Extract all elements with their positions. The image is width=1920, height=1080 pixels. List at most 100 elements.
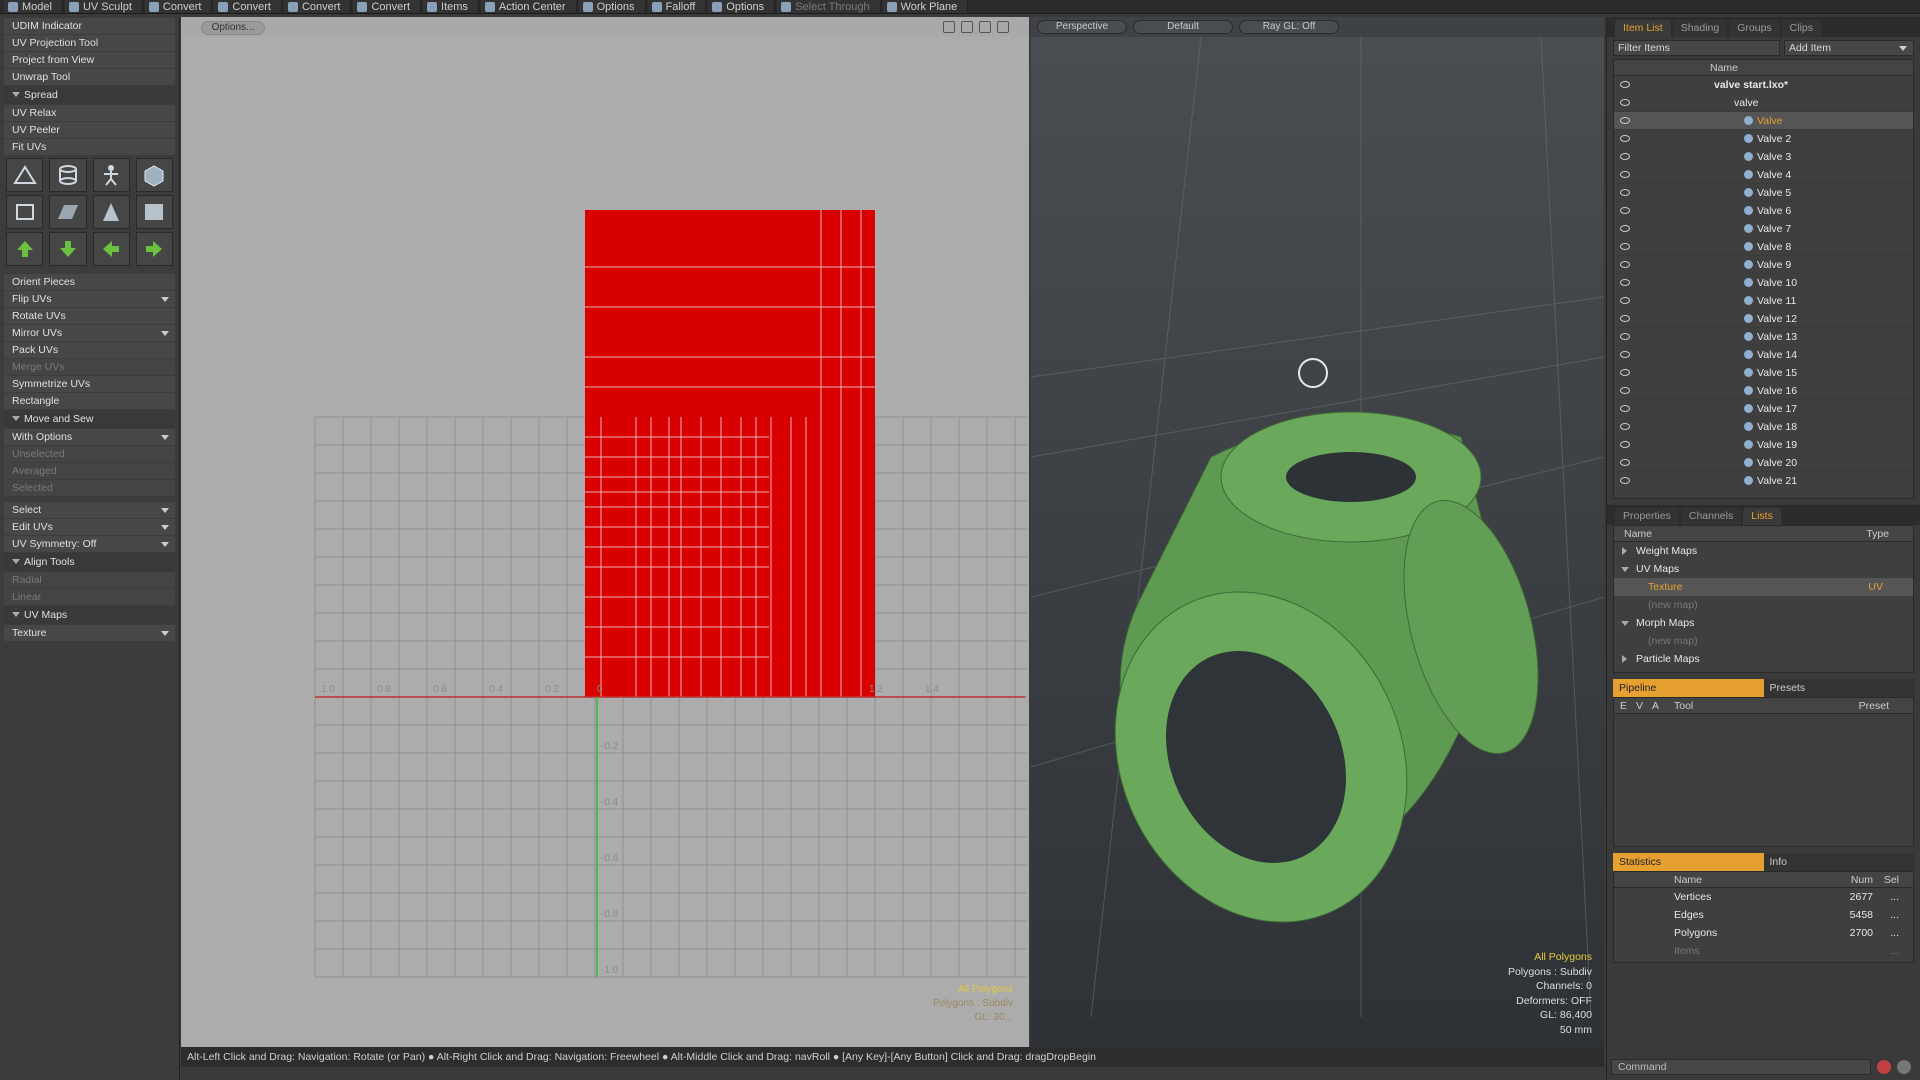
tab-channels[interactable]: Channels — [1680, 508, 1742, 525]
tab-clips[interactable]: Clips — [1781, 20, 1822, 37]
item-row[interactable]: Valve 21 — [1614, 472, 1913, 490]
toolbar-button-2[interactable]: Convert — [144, 0, 213, 13]
project-from-view-button[interactable]: Project from View — [4, 52, 175, 68]
shading-mode-dropdown[interactable]: Default — [1133, 20, 1233, 34]
flip-uvs-dropdown[interactable]: Flip UVs — [4, 291, 175, 307]
rectangle-button[interactable]: Rectangle — [4, 393, 175, 409]
scene-row[interactable]: valve start.lxo* — [1614, 76, 1913, 94]
group-row[interactable]: valve — [1614, 94, 1913, 112]
with-options-dropdown[interactable]: With Options — [4, 429, 175, 445]
planar-projection-icon[interactable] — [6, 158, 44, 192]
visibility-eye-icon[interactable] — [1620, 171, 1630, 178]
visibility-eye-icon[interactable] — [1620, 153, 1630, 160]
unwrap-tool-button[interactable]: Unwrap Tool — [4, 69, 175, 85]
unselected-button[interactable]: Unselected — [4, 446, 175, 462]
record-icon[interactable] — [1877, 1060, 1891, 1074]
command-input[interactable]: Command — [1611, 1059, 1871, 1075]
visibility-eye-icon[interactable] — [1620, 261, 1630, 268]
add-item-dropdown[interactable]: Add Item — [1784, 40, 1914, 56]
symmetrize-uvs-button[interactable]: Symmetrize UVs — [4, 376, 175, 392]
toolbar-button-5[interactable]: Convert — [353, 0, 422, 13]
item-row[interactable]: Valve 9 — [1614, 256, 1913, 274]
toolbar-button-0[interactable]: Model — [4, 0, 63, 13]
item-row[interactable]: Valve 16 — [1614, 382, 1913, 400]
visibility-eye-icon[interactable] — [1620, 477, 1630, 484]
stat-row[interactable]: Vertices 2677... — [1614, 888, 1913, 906]
selected-button[interactable]: Selected — [4, 480, 175, 496]
edit-uvs-dropdown[interactable]: Edit UVs — [4, 519, 175, 535]
tab-shading[interactable]: Shading — [1672, 20, 1728, 37]
rotate-uvs-button[interactable]: Rotate UVs — [4, 308, 175, 324]
grid-box-icon[interactable] — [135, 195, 173, 229]
uv-viewport[interactable]: Options... 1.0 0.8 0.6 0.4 0.2 0 1.2 1.4 -0.2 -0.… — [181, 17, 1029, 1047]
visibility-eye-icon[interactable] — [1620, 279, 1630, 286]
tab-statistics[interactable]: Statistics — [1613, 853, 1764, 871]
visibility-eye-icon[interactable] — [1620, 297, 1630, 304]
new-uv-map-row[interactable]: (new map) — [1614, 596, 1913, 614]
toolbar-button-4[interactable]: Convert — [283, 0, 352, 13]
visibility-eye-icon[interactable] — [1620, 333, 1630, 340]
averaged-button[interactable]: Averaged — [4, 463, 175, 479]
uv-maps-section[interactable]: UV Maps — [4, 606, 175, 624]
stat-row[interactable]: Edges 5458... — [1614, 906, 1913, 924]
visibility-eye-icon[interactable] — [1620, 441, 1630, 448]
pack-uvs-button[interactable]: Pack UVs — [4, 342, 175, 358]
grid-plane-icon[interactable] — [49, 195, 87, 229]
morph-maps-row[interactable]: Morph Maps — [1614, 614, 1913, 632]
item-row[interactable]: Valve 11 — [1614, 292, 1913, 310]
item-row[interactable]: Valve 14 — [1614, 346, 1913, 364]
align-down-icon[interactable] — [49, 232, 87, 266]
align-up-icon[interactable] — [6, 232, 44, 266]
visibility-eye-icon[interactable] — [1620, 189, 1630, 196]
toolbar-button-7[interactable]: Action Center — [480, 0, 577, 13]
visibility-eye-icon[interactable] — [1620, 81, 1630, 88]
zoom-icon[interactable] — [961, 21, 973, 33]
stat-row[interactable]: Polygons 2700... — [1614, 924, 1913, 942]
toolbar-button-10[interactable]: Options — [708, 0, 776, 13]
uv-maps-row[interactable]: UV Maps — [1614, 560, 1913, 578]
item-row[interactable]: Valve 13 — [1614, 328, 1913, 346]
item-row[interactable]: Valve 6 — [1614, 202, 1913, 220]
item-row[interactable]: Valve 12 — [1614, 310, 1913, 328]
align-tools-section[interactable]: Align Tools — [4, 553, 175, 571]
mirror-uvs-dropdown[interactable]: Mirror UVs — [4, 325, 175, 341]
uv-symmetry-dropdown[interactable]: UV Symmetry: Off — [4, 536, 175, 552]
tab-item-list[interactable]: Item List — [1615, 20, 1671, 37]
tab-info[interactable]: Info — [1763, 853, 1914, 871]
stat-row[interactable]: Items... — [1614, 942, 1913, 960]
raygl-toggle[interactable]: Ray GL: Off — [1239, 20, 1339, 34]
item-row[interactable]: Valve 19 — [1614, 436, 1913, 454]
visibility-eye-icon[interactable] — [1620, 135, 1630, 142]
fit-uvs-button[interactable]: Fit UVs — [4, 139, 175, 155]
uv-relax-button[interactable]: UV Relax — [4, 105, 175, 121]
tab-presets[interactable]: Presets — [1763, 679, 1914, 697]
tab-properties[interactable]: Properties — [1615, 508, 1679, 525]
visibility-eye-icon[interactable] — [1620, 387, 1630, 394]
maximize-icon[interactable] — [979, 21, 991, 33]
item-row[interactable]: Valve 10 — [1614, 274, 1913, 292]
visibility-eye-icon[interactable] — [1620, 369, 1630, 376]
weight-maps-row[interactable]: Weight Maps — [1614, 542, 1913, 560]
udim-indicator-button[interactable]: UDIM Indicator — [4, 18, 175, 34]
item-row[interactable]: Valve 15 — [1614, 364, 1913, 382]
move-and-sew-section[interactable]: Move and Sew — [4, 410, 175, 428]
visibility-eye-icon[interactable] — [1620, 207, 1630, 214]
item-row[interactable]: Valve 8 — [1614, 238, 1913, 256]
item-row[interactable]: Valve 3 — [1614, 148, 1913, 166]
item-row[interactable]: Valve 5 — [1614, 184, 1913, 202]
toolbar-button-6[interactable]: Items — [423, 0, 479, 13]
uv-map-dropdown[interactable]: Texture — [4, 625, 175, 641]
visibility-eye-icon[interactable] — [1620, 243, 1630, 250]
particle-maps-row[interactable]: Particle Maps — [1614, 650, 1913, 668]
visibility-eye-icon[interactable] — [1620, 405, 1630, 412]
visibility-eye-icon[interactable] — [1620, 423, 1630, 430]
align-left-icon[interactable] — [92, 232, 130, 266]
3d-viewport[interactable]: Perspective Default Ray GL: Off All Poly… — [1031, 17, 1604, 1047]
filter-items-input[interactable]: Filter Items — [1613, 40, 1780, 56]
play-icon[interactable] — [1897, 1060, 1911, 1074]
visibility-eye-icon[interactable] — [1620, 459, 1630, 466]
pyramid-icon[interactable] — [92, 195, 130, 229]
cube-uv-icon[interactable] — [6, 195, 44, 229]
spread-section[interactable]: Spread — [4, 86, 175, 104]
orient-pieces-button[interactable]: Orient Pieces — [4, 274, 175, 290]
